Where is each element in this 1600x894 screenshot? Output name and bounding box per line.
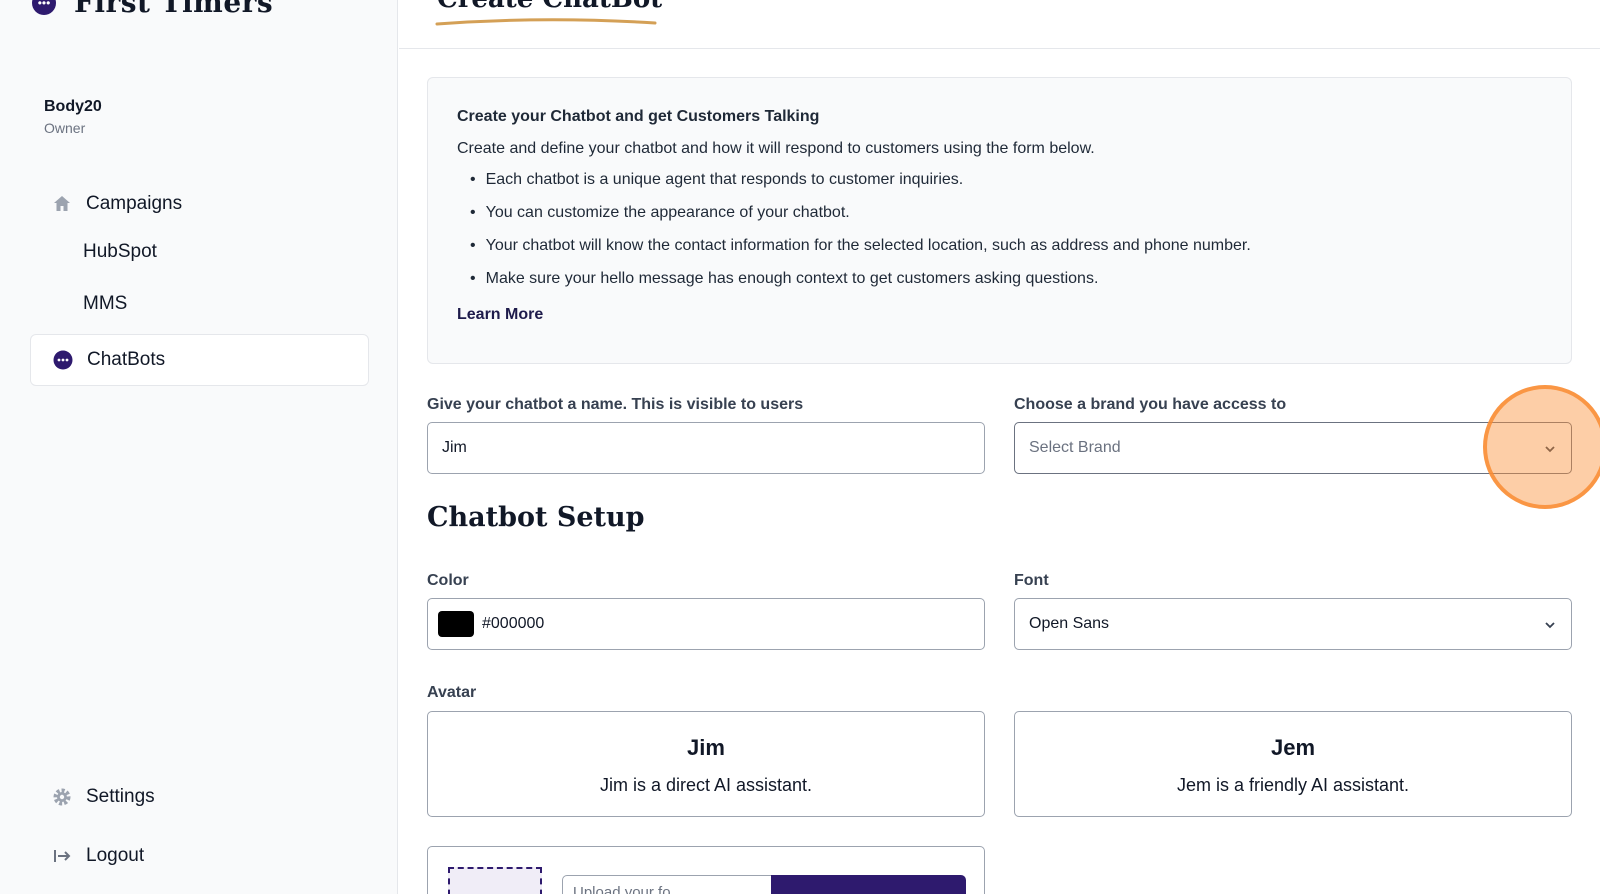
color-swatch[interactable] xyxy=(438,611,474,637)
name-label: Give your chatbot a name. This is visibl… xyxy=(427,396,804,413)
brand-name: First Timers xyxy=(74,0,274,19)
header: Create ChatBot xyxy=(399,0,1600,49)
sidebar: ••• First Timers Body20 Owner Campaigns … xyxy=(0,0,398,894)
avatar-description: Jim is a direct AI assistant. xyxy=(599,775,813,795)
section-title: Chatbot Setup xyxy=(427,502,645,533)
chatbot-name-value: Jim xyxy=(442,439,467,456)
sidebar-item-label: ChatBots xyxy=(87,349,166,370)
brand-label: Choose a brand you have access to xyxy=(1014,396,1287,413)
sidebar-item-label: MMS xyxy=(83,293,128,314)
gear-icon xyxy=(50,785,74,809)
color-picker[interactable]: #000000 xyxy=(427,598,985,650)
learn-more-link[interactable]: Learn More xyxy=(457,306,543,324)
list-item: Your chatbot will know the contact infor… xyxy=(470,237,1542,255)
sidebar-item-chatbots[interactable]: ChatBots xyxy=(30,334,369,386)
avatar-upload-card: Upload your fo... xyxy=(427,846,985,894)
sidebar-item-settings[interactable]: Settings xyxy=(30,771,369,823)
info-heading: Create your Chatbot and get Customers Ta… xyxy=(457,108,820,125)
brand[interactable]: ••• First Timers xyxy=(32,0,273,19)
sidebar-item-label: Settings xyxy=(86,786,155,807)
user-name: Body20 xyxy=(44,98,102,115)
avatar-name: Jem xyxy=(1270,735,1316,760)
sidebar-item-label: Campaigns xyxy=(86,193,183,214)
avatar-name: Jim xyxy=(687,735,725,760)
sidebar-item-mms[interactable]: MMS xyxy=(30,278,369,330)
avatar-option-jem[interactable]: Jem Jem is a friendly AI assistant. xyxy=(1014,711,1572,817)
user-role: Owner xyxy=(44,120,86,136)
sidebar-item-label: HubSpot xyxy=(83,241,157,262)
logout-icon xyxy=(50,844,74,868)
info-list: Each chatbot is a unique agent that resp… xyxy=(470,171,1542,288)
title-underline xyxy=(435,18,657,26)
font-select[interactable]: Open Sans xyxy=(1014,598,1572,650)
avatar-label: Avatar xyxy=(427,684,477,701)
click-highlight xyxy=(1483,385,1600,509)
color-value: #000000 xyxy=(482,615,545,632)
home-icon xyxy=(50,192,74,216)
list-item-text: You can customize the appearance of your… xyxy=(485,204,850,221)
info-intro: Create and define your chatbot and how i… xyxy=(457,140,1095,157)
list-item-text: Make sure your hello message has enough … xyxy=(485,270,1099,287)
avatar-option-jim[interactable]: Jim Jim is a direct AI assistant. xyxy=(427,711,985,817)
list-item-text: Your chatbot will know the contact infor… xyxy=(485,237,1251,254)
sidebar-item-hubspot[interactable]: HubSpot xyxy=(30,226,369,278)
upload-file-input[interactable]: Upload your fo... xyxy=(562,875,772,894)
upload-button[interactable] xyxy=(771,875,966,894)
font-label: Font xyxy=(1014,572,1049,589)
list-item-text: Each chatbot is a unique agent that resp… xyxy=(485,171,964,188)
page-title: Create ChatBot xyxy=(437,0,662,14)
font-select-value: Open Sans xyxy=(1029,615,1110,632)
brand-logo-icon: ••• xyxy=(32,0,56,15)
list-item: You can customize the appearance of your… xyxy=(470,204,1542,222)
list-item: Make sure your hello message has enough … xyxy=(470,270,1542,288)
avatar-description: Jem is a friendly AI assistant. xyxy=(1176,775,1410,795)
sidebar-item-label: Logout xyxy=(86,845,145,866)
chatbot-name-input[interactable]: Jim xyxy=(427,422,985,474)
sidebar-item-logout[interactable]: Logout xyxy=(30,830,369,882)
list-item: Each chatbot is a unique agent that resp… xyxy=(470,171,1542,189)
chat-bubble-icon xyxy=(51,348,75,372)
brand-select-placeholder: Select Brand xyxy=(1029,439,1121,456)
user-info: Body20 Owner xyxy=(44,98,102,136)
info-box: Create your Chatbot and get Customers Ta… xyxy=(427,77,1572,364)
sidebar-item-campaigns[interactable]: Campaigns xyxy=(30,178,369,230)
avatar-upload-preview[interactable] xyxy=(448,867,542,894)
chevron-down-icon xyxy=(1545,622,1555,629)
color-label: Color xyxy=(427,572,469,589)
